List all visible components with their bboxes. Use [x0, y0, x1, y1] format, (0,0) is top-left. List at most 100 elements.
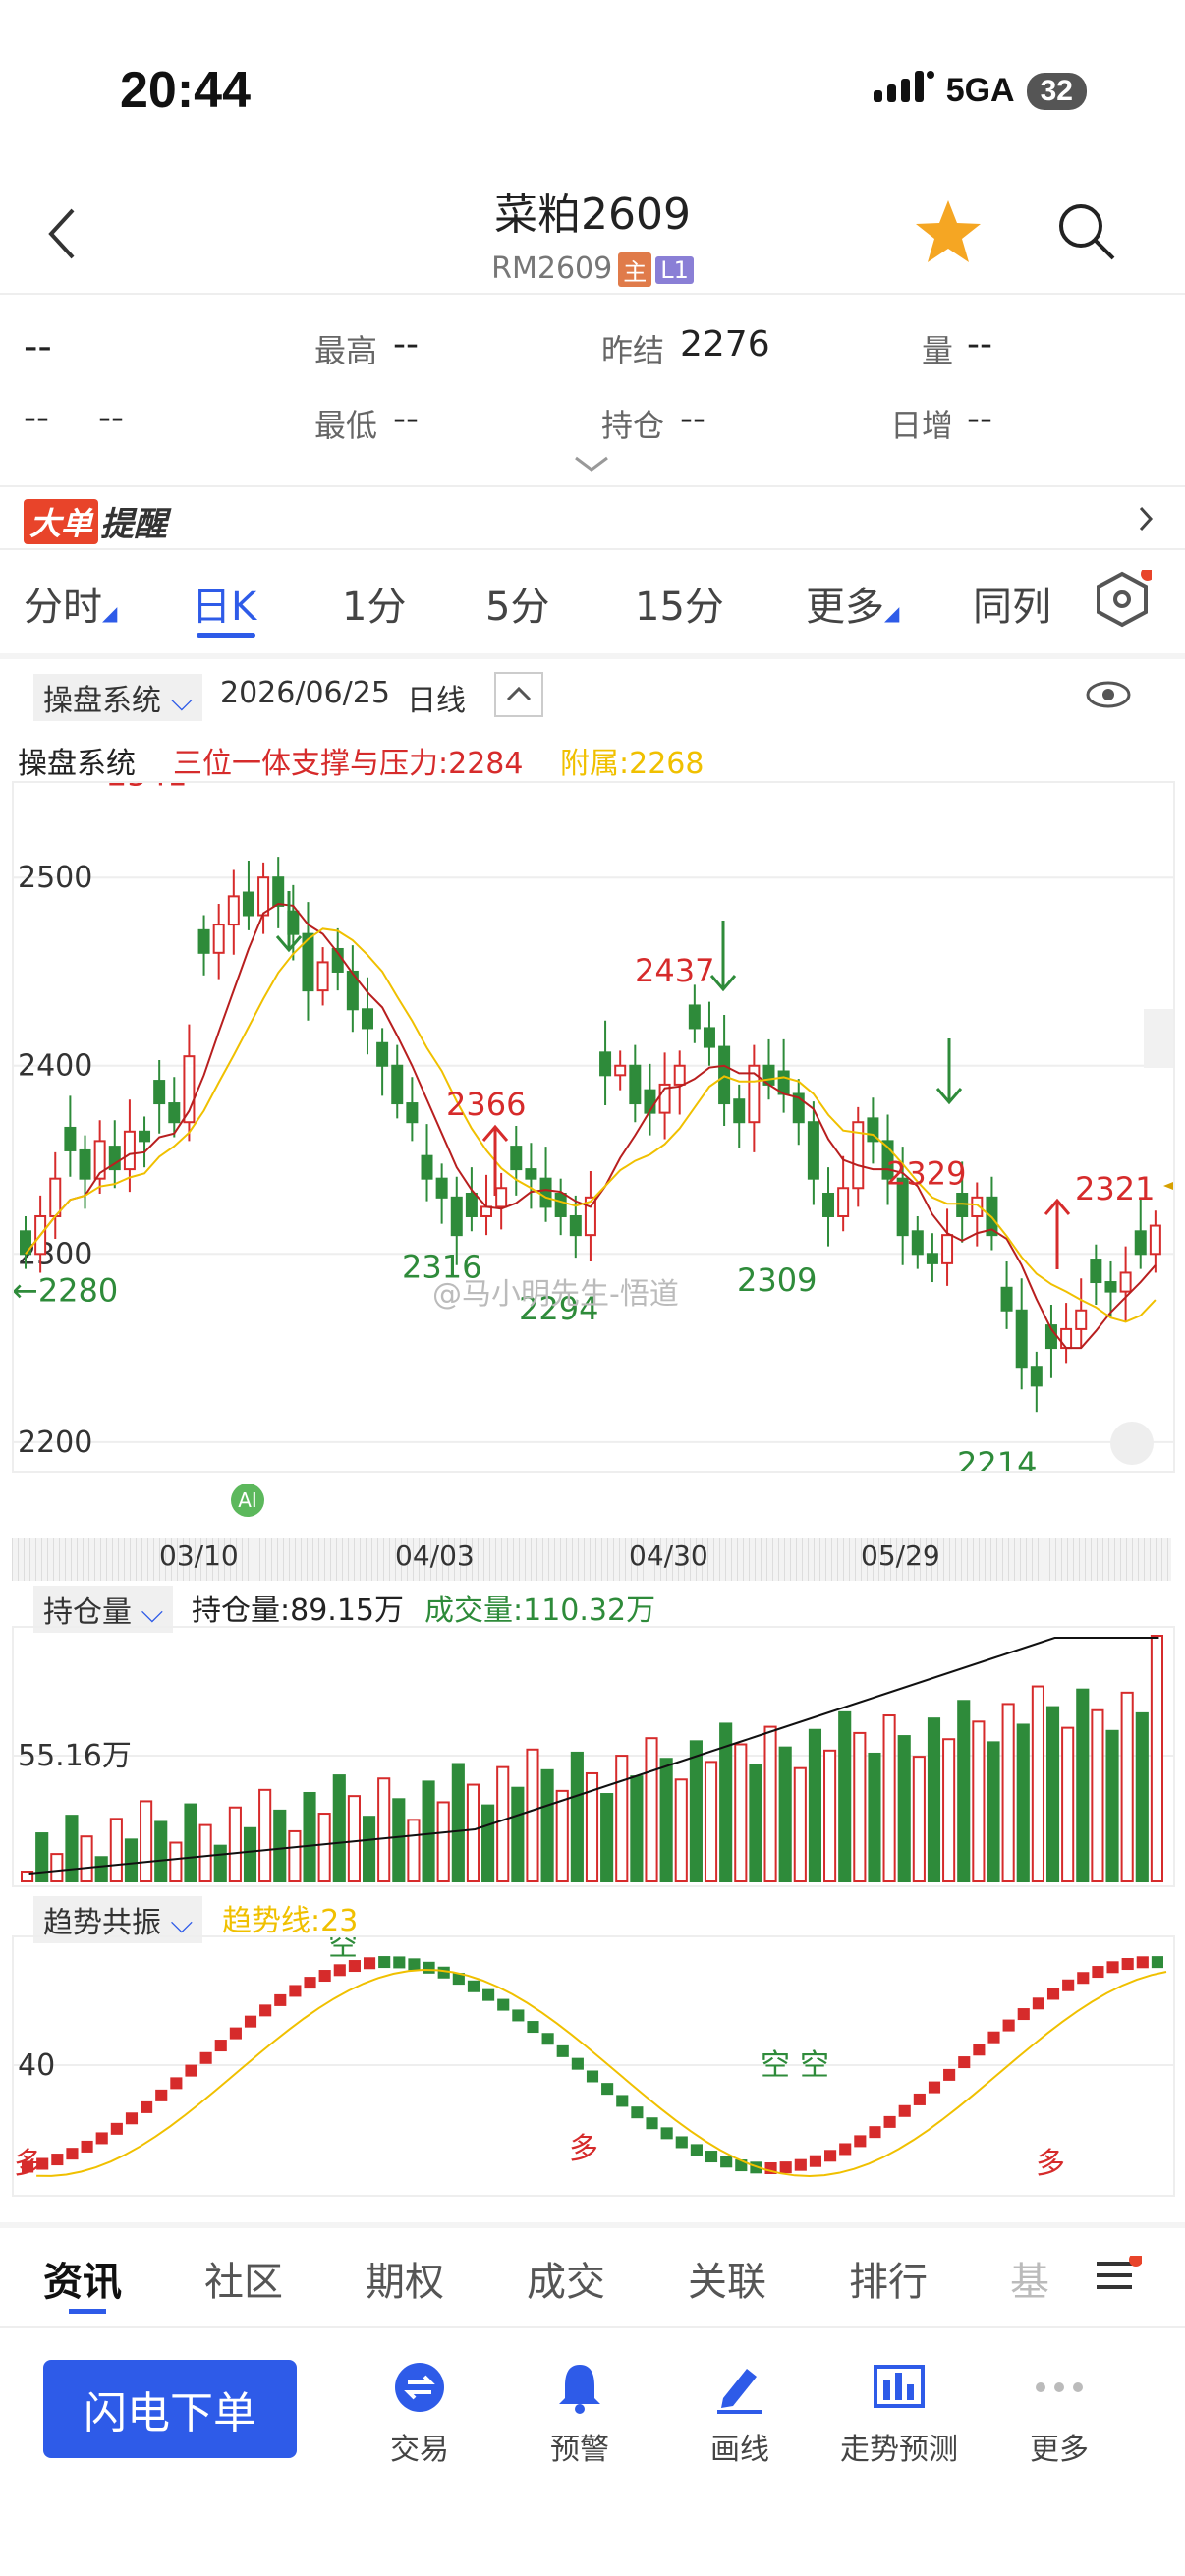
- volume-bar: [198, 1823, 212, 1883]
- trend-block: [318, 1970, 331, 1983]
- volume-bar: [258, 1788, 272, 1882]
- tab-more[interactable]: 更多◢: [806, 575, 899, 632]
- trend-block: [556, 2044, 569, 2057]
- kline-chart[interactable]: 2500240023002200254123662437232923212316…: [12, 756, 1183, 1483]
- more-label: 更多: [1030, 2433, 1089, 2467]
- volume-bar: [882, 1714, 896, 1882]
- menu-icon[interactable]: [1093, 2253, 1143, 2299]
- candle-body: [316, 961, 329, 992]
- low-value: --: [393, 399, 419, 439]
- volume-bar: [377, 1777, 391, 1882]
- tab-news[interactable]: 资讯: [43, 2250, 122, 2307]
- alert-button[interactable]: 预警: [506, 2358, 653, 2468]
- volume-bar: [94, 1856, 108, 1882]
- system-select[interactable]: 操盘系统 ⌵: [33, 674, 203, 721]
- trend-block: [141, 2100, 153, 2113]
- tab-ranking[interactable]: 排行: [849, 2250, 928, 2307]
- x-tick-label: 04/03: [395, 1540, 475, 1572]
- trend-block: [1002, 2019, 1015, 2032]
- divider: [0, 548, 1185, 550]
- tab-community[interactable]: 社区: [204, 2250, 283, 2307]
- volume-bar: [957, 1700, 971, 1883]
- volume-bar: [674, 1778, 688, 1883]
- volume-bar: [140, 1800, 153, 1883]
- candle-body: [212, 924, 225, 954]
- bell-icon: [506, 2358, 653, 2417]
- oi-volume-svg: 55.16万: [14, 1635, 1173, 1883]
- settings-hexagon-icon[interactable]: [1093, 567, 1155, 633]
- candle-body: [242, 891, 254, 917]
- expand-chevron-icon[interactable]: [574, 456, 609, 476]
- chart-date: 2026/06/25: [220, 676, 390, 710]
- fullscreen-icon: [1110, 1422, 1154, 1465]
- trend-block: [423, 1961, 435, 1974]
- candle-body: [123, 1130, 136, 1171]
- tab-5min[interactable]: 5分: [485, 575, 549, 632]
- volume-bar: [303, 1791, 316, 1882]
- forecast-button[interactable]: 走势预测: [825, 2358, 973, 2468]
- trend-block: [1136, 1956, 1149, 1969]
- volume-bar: [793, 1766, 807, 1882]
- trend-block: [81, 2140, 93, 2153]
- chevron-up-icon: [506, 686, 532, 701]
- trend-block: [437, 1966, 450, 1979]
- volume-bar: [615, 1755, 629, 1883]
- volume-bar: [659, 1758, 673, 1882]
- divider: [0, 2326, 1185, 2328]
- trend-block: [1151, 1956, 1163, 1969]
- oi-label: 持仓: [601, 407, 665, 444]
- trend-block: [869, 2126, 881, 2139]
- prev-settle-value: 2276: [680, 324, 770, 364]
- tab-related[interactable]: 关联: [688, 2250, 766, 2307]
- tab-intraday[interactable]: 分时◢: [24, 575, 117, 632]
- tab-same-list[interactable]: 同列: [973, 575, 1051, 632]
- volume-bar: [704, 1761, 718, 1883]
- trend-block: [898, 2104, 911, 2117]
- tab-trades[interactable]: 成交: [527, 2250, 605, 2307]
- candle-body: [539, 1177, 552, 1208]
- volume-bar: [778, 1746, 792, 1882]
- trend-block: [110, 2122, 123, 2135]
- tab-daily-k[interactable]: 日K: [192, 575, 256, 632]
- tab-options[interactable]: 期权: [366, 2250, 444, 2307]
- candle-body: [495, 1187, 508, 1208]
- candle-body: [614, 1064, 627, 1077]
- tab-15min[interactable]: 15分: [635, 575, 724, 632]
- search-icon[interactable]: [1056, 201, 1117, 266]
- chevron-right-icon[interactable]: [1138, 505, 1154, 536]
- eye-icon[interactable]: [1085, 680, 1132, 713]
- more-button[interactable]: 更多: [986, 2358, 1133, 2468]
- oi-volume-chart[interactable]: 55.16万: [12, 1626, 1175, 1887]
- y-tick-label: 2200: [18, 1426, 92, 1460]
- favorite-star-icon[interactable]: [914, 198, 983, 269]
- collapse-button[interactable]: [494, 672, 543, 717]
- price-annotation: 2541: [107, 783, 187, 794]
- draw-button[interactable]: 画线: [666, 2358, 814, 2468]
- last-price: --: [24, 324, 52, 369]
- flash-order-button[interactable]: 闪电下单: [43, 2360, 297, 2458]
- network-label: 5GA: [945, 72, 1015, 109]
- chevron-down-icon: ⌵: [170, 684, 194, 718]
- price-annotation: 2329: [886, 1155, 966, 1193]
- candle-body: [272, 876, 285, 907]
- aux-line: [25, 927, 1157, 1323]
- trend-block: [839, 2143, 852, 2156]
- trade-button[interactable]: 交易: [346, 2358, 493, 2468]
- tab-1min[interactable]: 1分: [342, 575, 406, 632]
- volume-bar: [897, 1735, 911, 1882]
- price-annotation: 2214: [957, 1445, 1037, 1471]
- tab-fundamentals[interactable]: 基: [1010, 2250, 1049, 2307]
- trend-block: [1046, 1988, 1060, 2000]
- trend-chart[interactable]: 40 多空多空空多: [12, 1929, 1175, 2197]
- trend-block: [779, 2161, 792, 2174]
- candle-body: [733, 1098, 746, 1124]
- trend-block: [333, 1964, 346, 1977]
- time-axis[interactable]: 03/10 04/03 04/30 05/29: [12, 1538, 1171, 1581]
- volume-bar: [838, 1710, 852, 1882]
- volume-bar: [362, 1816, 376, 1882]
- high-value: --: [393, 324, 419, 364]
- ai-badge[interactable]: AI: [231, 1484, 264, 1517]
- big-order-alert[interactable]: 大单 提醒: [24, 497, 167, 545]
- candle-body: [64, 1126, 77, 1151]
- price-annotation: 2366: [446, 1086, 526, 1123]
